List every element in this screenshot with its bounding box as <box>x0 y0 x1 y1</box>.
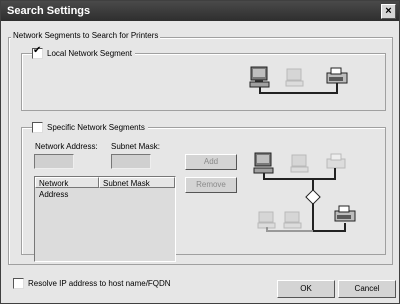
computer-icon <box>257 211 276 229</box>
resolve-ip-checkbox[interactable] <box>13 278 24 289</box>
search-settings-dialog: Search Settings × Network Segments to Se… <box>0 0 400 304</box>
computer-icon <box>285 68 304 87</box>
segments-list[interactable]: Network Address Subnet Mask <box>34 176 176 262</box>
specific-segments-checkbox[interactable] <box>32 122 43 133</box>
resolve-ip-checkbox-row[interactable]: Resolve IP address to host name/FQDN <box>13 278 174 289</box>
local-segment-checkbox-row[interactable]: ✔ Local Network Segment <box>32 45 135 59</box>
remove-button[interactable]: Remove <box>185 177 237 193</box>
window-title: Search Settings <box>7 5 91 17</box>
local-segment-label: Local Network Segment <box>47 49 132 58</box>
local-network-diagram <box>249 66 348 94</box>
title-bar[interactable]: Search Settings × <box>1 1 399 21</box>
column-header-subnet-mask[interactable]: Subnet Mask <box>99 177 175 188</box>
computer-icon <box>253 152 274 174</box>
router-icon <box>305 189 321 205</box>
printer-icon <box>326 153 346 169</box>
specific-segments-checkbox-row[interactable]: Specific Network Segments <box>32 122 148 133</box>
add-button[interactable]: Add <box>185 154 237 170</box>
subnet-mask-label: Subnet Mask: <box>111 142 160 151</box>
subnet-mask-input[interactable] <box>111 154 151 169</box>
network-segments-group-title: Network Segments to Search for Printers <box>11 31 161 40</box>
network-address-input[interactable] <box>34 154 74 169</box>
computer-icon <box>290 154 309 173</box>
close-icon: × <box>385 5 392 17</box>
specific-segments-label: Specific Network Segments <box>47 123 145 132</box>
network-address-label: Network Address: <box>35 142 98 151</box>
printer-icon <box>326 67 348 84</box>
local-segment-checkbox[interactable]: ✔ <box>32 45 43 59</box>
cancel-button[interactable]: Cancel <box>338 280 396 298</box>
check-icon: ✔ <box>33 45 42 56</box>
column-header-network-address[interactable]: Network Address <box>35 177 99 199</box>
resolve-ip-label: Resolve IP address to host name/FQDN <box>28 279 171 288</box>
computer-icon <box>249 66 270 88</box>
computer-icon <box>283 211 302 229</box>
specific-network-diagram <box>253 152 356 232</box>
ok-button[interactable]: OK <box>277 280 335 298</box>
printer-icon <box>334 205 356 222</box>
close-button[interactable]: × <box>381 4 396 19</box>
